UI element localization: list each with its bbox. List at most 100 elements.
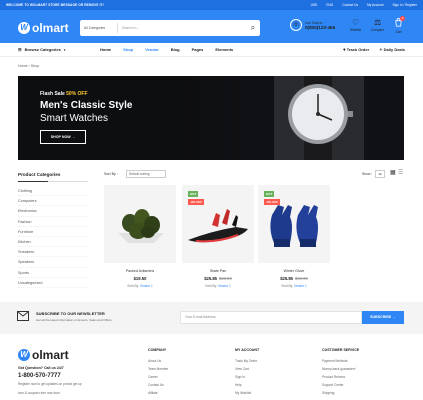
hamburger-icon: ☰ (18, 47, 22, 52)
product-price: $25.85 $28.00 (280, 276, 308, 281)
footer-link[interactable]: Help (235, 381, 315, 389)
show-label: Show : (362, 172, 373, 176)
product-vendor: Sold By: Vendor 1 (281, 284, 307, 288)
footer-link[interactable]: Career (148, 373, 228, 381)
product-card[interactable]: Packed Avitamins $19.50 Sold By: Vendor … (104, 185, 176, 288)
footer-column-title: CUSTOMER SERVICE (322, 348, 360, 352)
signin-link[interactable]: Sign In / Register (393, 3, 417, 7)
footer-phone[interactable]: 1-800-570-7777 (18, 373, 61, 379)
logo-text: olmart (32, 348, 69, 362)
nav-item-elements[interactable]: Elements (215, 47, 233, 52)
category-item[interactable]: Uncategorized (18, 278, 88, 288)
breadcrumb[interactable]: Home › Shop (18, 64, 39, 68)
nav-item-home[interactable]: Home (100, 47, 111, 52)
vendor-link[interactable]: Vendor 1 (294, 284, 307, 288)
footer-column-title: COMPANY (148, 348, 167, 352)
search-icon[interactable]: ⌕ (246, 20, 260, 36)
footer-link[interactable]: Shipping (322, 389, 402, 397)
footer-link[interactable]: Affilate (148, 389, 228, 397)
contact-link[interactable]: Contact Us (342, 3, 358, 7)
product-image[interactable]: HOT -9% OFF (258, 185, 330, 263)
footer-link[interactable]: Payment Methods (322, 357, 402, 365)
newsletter-email-input[interactable]: Your E-mail Address (180, 311, 362, 324)
nav-item-blog[interactable]: Blog (171, 47, 180, 52)
show-count-select[interactable]: 12 (375, 170, 385, 178)
nav-item-vendor[interactable]: Vendor (145, 47, 159, 52)
sort-select[interactable]: Default sorting (126, 170, 166, 178)
track-order-link[interactable]: ⌖ Track Order (343, 47, 369, 52)
category-item[interactable]: Sneakers (18, 247, 88, 258)
subscribe-button[interactable]: SUBSCRIBE → (362, 311, 404, 324)
category-item[interactable]: Sports (18, 268, 88, 278)
search-category-select[interactable]: All Categories (80, 23, 118, 33)
product-image[interactable]: HOT -9% OFF (182, 185, 254, 263)
hot-badge: HOT (264, 191, 275, 197)
vendor-link[interactable]: Vendor 1 (218, 284, 231, 288)
header-icons: ♡ Wishlist ⚖ Compare 0 Cart (350, 16, 406, 34)
call-number[interactable]: 0(800)123-456 (305, 25, 335, 30)
compare-button[interactable]: ⚖ Compare (371, 18, 384, 34)
list-view-icon[interactable]: ☰ (398, 170, 404, 177)
footer-link[interactable]: My Wishlist (235, 389, 315, 397)
track-order-label: Track Order (346, 47, 370, 52)
shop-now-button[interactable]: SHOP NOW → (40, 130, 86, 144)
footer-link[interactable]: About Us (148, 357, 228, 365)
browse-categories-button[interactable]: ☰ Browse Categories ▾ (18, 47, 65, 52)
logo-mark: W (18, 349, 30, 361)
category-item[interactable]: Speakers (18, 257, 88, 268)
vendor-link[interactable]: Vendor 1 (140, 284, 153, 288)
flash-sale-percent: 50% OFF (66, 91, 88, 97)
search-input[interactable]: Search in... (118, 26, 246, 30)
footer-column-account: MY ACCOUNT Track My Order View Cart Sign… (235, 348, 315, 397)
footer-question: Got Question? Call us 24/7 (18, 366, 64, 370)
location-icon: ⌖ (343, 47, 346, 52)
nav-item-shop[interactable]: Shop (123, 47, 133, 52)
site-logo[interactable]: W olmart (18, 21, 69, 35)
footer-link[interactable]: Product Returns (322, 373, 402, 381)
category-item[interactable]: Electronics (18, 206, 88, 217)
category-item[interactable]: Kitchen (18, 237, 88, 248)
category-item[interactable]: Computers (18, 196, 88, 207)
old-price: $28.00 (295, 276, 308, 281)
top-bar: WELCOME TO WOLMART STORE MESSAGE OR REMO… (0, 0, 423, 10)
daily-deals-link[interactable]: ✧ Daily Deals (379, 47, 405, 52)
logo-text: olmart (32, 21, 69, 35)
product-price: $19.50 (133, 276, 147, 281)
nav-item-pages[interactable]: Pages (192, 47, 204, 52)
daily-deals-label: Daily Deals (383, 47, 405, 52)
product-card[interactable]: HOT -9% OFF Skate Pan $25.85 $28.00 Sold … (182, 185, 254, 288)
hot-badge: HOT (188, 191, 199, 197)
chat-icon: ☏ (290, 19, 302, 31)
product-price: $25.85 $28.00 (204, 276, 232, 281)
cart-button[interactable]: 0 Cart (394, 16, 406, 34)
grid-view-icon[interactable]: ▦ (390, 170, 396, 177)
category-item[interactable]: Furniture (18, 227, 88, 237)
footer-logo[interactable]: W olmart (18, 348, 69, 362)
sidebar-title: Product Categories (18, 172, 88, 182)
hero-title: Men's Classic Style (40, 100, 133, 111)
newsletter-subtitle: Get all the latest information on Events… (36, 318, 113, 322)
wishlist-button[interactable]: ♡ Wishlist (350, 18, 361, 34)
chevron-down-icon: ▾ (63, 47, 66, 52)
flash-sale-label: Flash Sale 50% OFF (40, 91, 88, 97)
hero-subtitle: Smart Watches (40, 113, 108, 124)
currency-select[interactable]: USD (311, 3, 318, 7)
footer-link[interactable]: Sign In (235, 373, 315, 381)
footer-link[interactable]: View Cart (235, 365, 315, 373)
footer-link[interactable]: Money-back guarantee! (322, 365, 402, 373)
footer-link[interactable]: Team Member (148, 365, 228, 373)
footer-column-title: MY ACCOUNT (235, 348, 260, 352)
product-name[interactable]: Packed Avitamins (104, 269, 176, 273)
footer-link[interactable]: Contact Us (148, 381, 228, 389)
footer-link[interactable]: Support Center (322, 381, 402, 389)
product-name[interactable]: Skate Pan (182, 269, 254, 273)
browse-label: Browse Categories (24, 47, 61, 52)
product-card[interactable]: HOT -9% OFF Winter Glove $25.85 $28.00 So… (258, 185, 330, 288)
language-select[interactable]: ENG (326, 3, 333, 7)
account-link[interactable]: My Account (367, 3, 383, 7)
product-image[interactable] (104, 185, 176, 263)
product-name[interactable]: Winter Glove (258, 269, 330, 273)
category-item[interactable]: Clothing (18, 186, 88, 197)
category-item[interactable]: Fashion (18, 217, 88, 227)
footer-link[interactable]: Track My Order (235, 357, 315, 365)
